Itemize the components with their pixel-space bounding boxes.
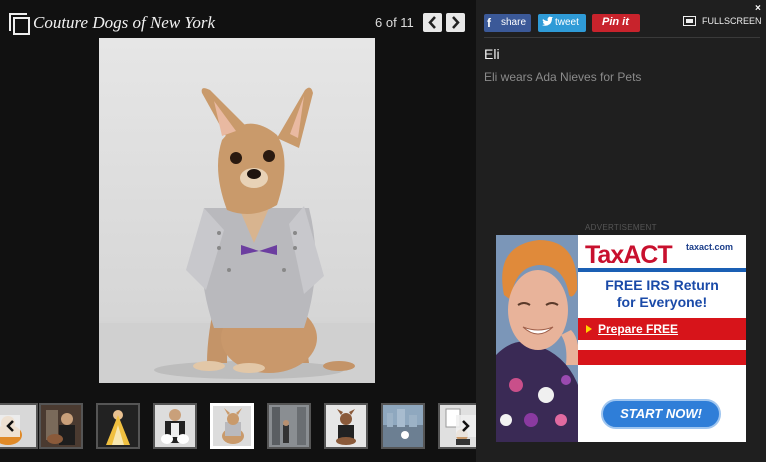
thumbnail-item[interactable]: [381, 403, 425, 449]
thumbnail-item[interactable]: [267, 403, 311, 449]
thumbnail-item-active[interactable]: [210, 403, 254, 449]
facebook-share-button[interactable]: f share: [484, 14, 531, 32]
close-icon[interactable]: ×: [755, 3, 761, 14]
ad-content-panel: TaxACT taxact.com FREE IRS Return for Ev…: [578, 235, 746, 442]
chevron-left-icon: [428, 16, 436, 29]
pinterest-pin-label: Pin it: [602, 16, 629, 28]
ad-red-stripe: [578, 350, 746, 365]
advertisement-banner[interactable]: TaxACT taxact.com FREE IRS Return for Ev…: [496, 235, 746, 442]
gallery-icon: [9, 13, 30, 35]
ad-start-now-button[interactable]: START NOW!: [601, 399, 721, 429]
thumbnail-item[interactable]: [324, 403, 368, 449]
thumbnail-item[interactable]: [153, 403, 197, 449]
facebook-icon: f: [487, 16, 491, 30]
gallery-panel: Couture Dogs of New York 6 of 11: [0, 0, 482, 462]
arrow-right-icon: [586, 325, 592, 333]
fullscreen-label: FULLSCREEN: [702, 16, 762, 26]
main-photo: [99, 38, 375, 383]
dog-photo-image: [99, 38, 375, 383]
thumbnail-next-button[interactable]: [456, 415, 476, 437]
sidebar-divider: [484, 37, 760, 38]
gallery-title: Couture Dogs of New York: [33, 13, 215, 32]
fullscreen-icon: [683, 16, 696, 26]
ad-headline-line1: FREE IRS Return: [605, 277, 719, 293]
next-slide-button[interactable]: [446, 13, 465, 32]
thumbnail-item[interactable]: [96, 403, 140, 449]
ad-prepare-bar[interactable]: Prepare FREE: [578, 318, 746, 340]
slide-counter: 6 of 11: [375, 15, 414, 30]
caption-text: Eli wears Ada Nieves for Pets: [484, 70, 642, 84]
twitter-bird-icon: [541, 16, 553, 30]
ad-photo: [496, 235, 579, 442]
ad-headline-line2: for Everyone!: [616, 294, 708, 310]
ad-headline: FREE IRS Return for Everyone!: [578, 277, 746, 311]
advertisement-label: ADVERTISEMENT: [585, 223, 657, 232]
thumbnail-item[interactable]: [39, 403, 83, 449]
facebook-share-label: share: [501, 17, 527, 28]
previous-slide-button[interactable]: [423, 13, 442, 32]
taxact-logo: TaxACT: [585, 241, 673, 269]
thumbnail-prev-button[interactable]: [0, 415, 20, 437]
chevron-right-icon: [452, 16, 460, 29]
twitter-tweet-button[interactable]: tweet: [538, 14, 586, 32]
twitter-tweet-label: tweet: [555, 17, 579, 28]
ad-url: taxact.com: [686, 242, 734, 252]
ad-prepare-link[interactable]: Prepare FREE: [598, 322, 678, 336]
caption-title: Eli: [484, 46, 500, 62]
pinterest-pin-button[interactable]: Pin it: [592, 14, 640, 32]
thumbnail-strip: [0, 403, 482, 453]
chevron-right-icon: [462, 420, 470, 432]
ad-blue-rule: [578, 268, 746, 272]
chevron-left-icon: [6, 420, 14, 432]
